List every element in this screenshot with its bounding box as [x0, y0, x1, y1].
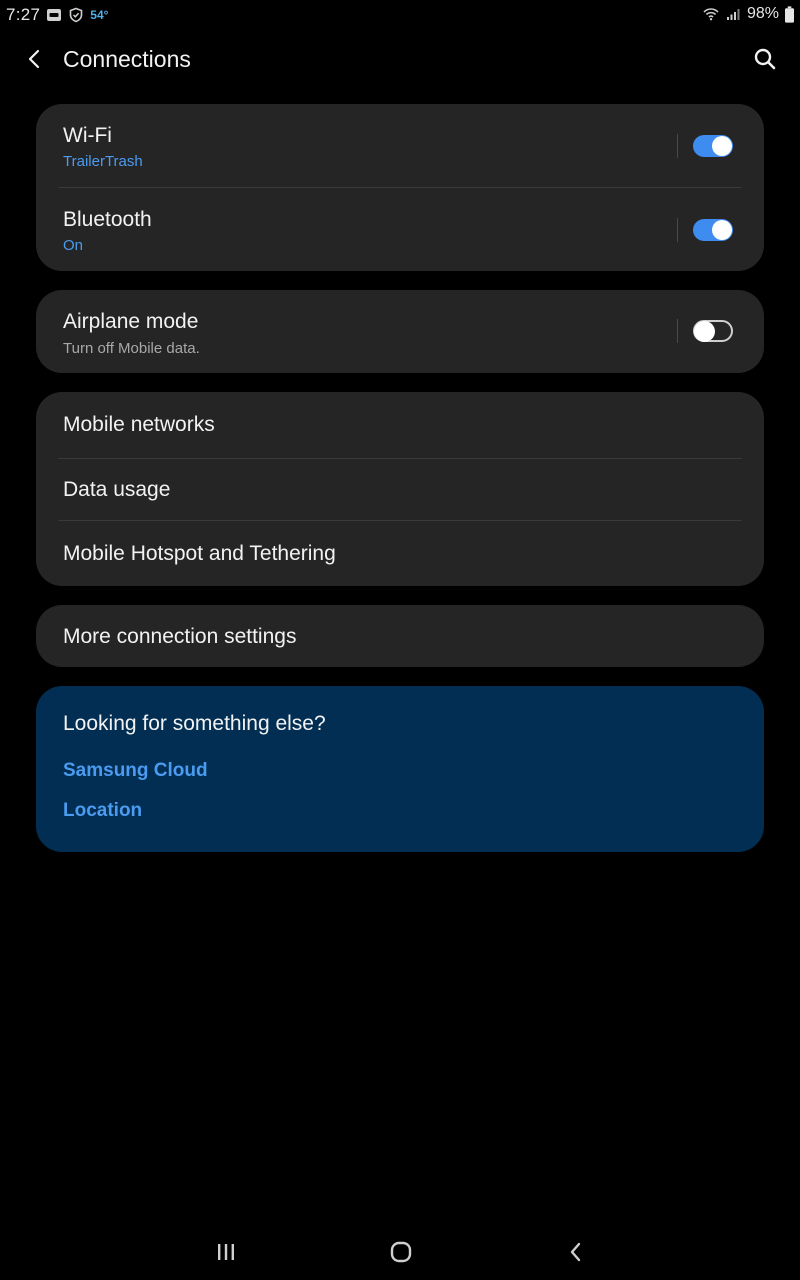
battery-percentage: 98%	[746, 5, 779, 22]
toggle-separator	[677, 319, 678, 343]
toggle-separator	[677, 218, 678, 242]
toggle-knob	[694, 321, 715, 342]
bluetooth-title: Bluetooth	[63, 208, 152, 231]
page-title: Connections	[63, 46, 191, 72]
more-settings-card: More connection settings	[36, 605, 764, 667]
app-header: Connections	[0, 38, 800, 82]
bluetooth-status: On	[63, 237, 84, 254]
samsung-cloud-link[interactable]: Samsung Cloud	[63, 760, 208, 782]
airplane-mode-title: Airplane mode	[63, 310, 199, 333]
hotspot-row[interactable]: Mobile Hotspot and Tethering	[36, 521, 764, 586]
wifi-network-name: TrailerTrash	[63, 153, 143, 170]
wifi-row[interactable]: Wi-Fi TrailerTrash	[36, 104, 764, 188]
wifi-signal-icon	[703, 8, 719, 21]
mobile-networks-title: Mobile networks	[63, 413, 215, 436]
toggle-knob	[712, 220, 732, 240]
ring-app-icon	[47, 9, 62, 21]
suggestions-title: Looking for something else?	[63, 712, 326, 735]
navigation-bar	[0, 1228, 800, 1276]
home-icon[interactable]	[389, 1240, 413, 1264]
airplane-mode-subtitle: Turn off Mobile data.	[63, 340, 200, 357]
back-button[interactable]	[22, 46, 48, 72]
airplane-mode-toggle[interactable]	[693, 320, 733, 342]
battery-icon	[785, 5, 794, 23]
shield-icon	[69, 7, 83, 23]
airplane-card: Airplane mode Turn off Mobile data.	[36, 290, 764, 373]
wifi-toggle[interactable]	[693, 135, 733, 157]
suggestions-card: Looking for something else? Samsung Clou…	[36, 686, 764, 852]
cell-signal-icon	[726, 9, 740, 20]
network-card: Mobile networks Data usage Mobile Hotspo…	[36, 392, 764, 586]
bluetooth-toggle[interactable]	[693, 219, 733, 241]
wifi-title: Wi-Fi	[63, 124, 112, 147]
data-usage-title: Data usage	[63, 478, 171, 501]
bluetooth-row[interactable]: Bluetooth On	[36, 188, 764, 271]
location-link[interactable]: Location	[63, 800, 142, 822]
toggle-knob	[712, 136, 732, 156]
status-temperature: 54°	[90, 8, 109, 22]
search-icon[interactable]	[752, 46, 778, 72]
data-usage-row[interactable]: Data usage	[36, 459, 764, 520]
nav-back-icon[interactable]	[564, 1240, 588, 1264]
toggle-separator	[677, 134, 678, 158]
status-time: 7:27	[6, 5, 41, 24]
hotspot-title: Mobile Hotspot and Tethering	[63, 542, 336, 565]
status-bar: 7:27 54° 98%	[0, 0, 800, 30]
wireless-card: Wi-Fi TrailerTrash Bluetooth On	[36, 104, 764, 271]
mobile-networks-row[interactable]: Mobile networks	[36, 392, 764, 458]
more-connection-settings-row[interactable]: More connection settings	[36, 605, 764, 667]
recents-icon[interactable]	[214, 1240, 238, 1264]
more-connection-settings-title: More connection settings	[63, 625, 297, 648]
airplane-mode-row[interactable]: Airplane mode Turn off Mobile data.	[36, 290, 764, 373]
